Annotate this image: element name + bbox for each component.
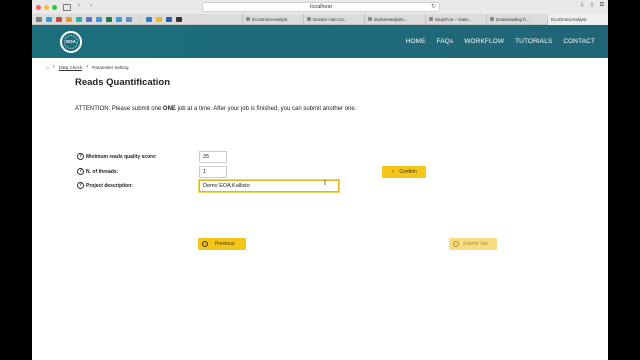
confirm-label: Confirm	[399, 169, 417, 175]
attention-text: job at a time. After your job is finishe…	[175, 106, 357, 112]
close-window-button[interactable]	[36, 4, 41, 10]
browser-tab[interactable]: EcoOmicsAnalyst	[242, 13, 303, 25]
bookmark-icon[interactable]	[156, 16, 162, 22]
page-title: Reads Quantification	[75, 77, 171, 88]
tab-label: EcoOmicsAnalyst	[252, 16, 288, 22]
bookmark-icon[interactable]	[76, 16, 82, 22]
browser-toolbar: ‹ › localhost ↻ ⇩ ⇪ ⧉	[32, 0, 608, 14]
question-circle-icon[interactable]: ?	[77, 153, 84, 160]
bookmark-icon[interactable]	[176, 16, 182, 22]
main-nav: HOME FAQs WORKFLOW TUTORIALS CONTACT	[406, 38, 595, 45]
browser-window: ‹ › localhost ↻ ⇩ ⇪ ⧉ EcoOmicsAnalyst Do…	[32, 0, 608, 360]
bookmark-icon[interactable]	[46, 16, 52, 22]
bookmark-icon[interactable]	[66, 16, 72, 22]
tab-label: Downloading fr...	[496, 16, 530, 22]
confirm-button[interactable]: ✓ Confirm	[382, 166, 426, 178]
project-description-input[interactable]: Demo EOA Kallisto	[199, 180, 339, 192]
question-circle-icon[interactable]: ?	[77, 182, 84, 189]
sidebar-toggle-icon[interactable]	[63, 3, 71, 11]
browser-tab[interactable]: Docker Hub Co...	[303, 13, 364, 25]
bookmark-icon[interactable]	[116, 16, 122, 22]
breadcrumb: ⌂ › Data Check › Parameter Setting	[46, 64, 129, 70]
text-cursor-icon: I	[324, 180, 326, 187]
question-circle-icon[interactable]: ?	[77, 168, 84, 175]
arrow-right-circle-icon: ›	[453, 241, 459, 247]
browser-tab-active[interactable]: EcoOmicsAnalyst	[547, 13, 608, 25]
project-label: Project description:	[86, 182, 133, 189]
arrow-left-circle-icon: ‹	[202, 241, 208, 247]
min-quality-row: ? Minimum reads quality score:	[77, 153, 157, 160]
breadcrumb-data-check[interactable]: Data Check	[59, 65, 83, 70]
browser-tab[interactable]: Seq2Fun – Data...	[425, 13, 486, 25]
threads-input[interactable]: 1	[199, 166, 227, 178]
attention-emphasis: ONE	[162, 106, 176, 112]
tab-label: Docker Hub Co...	[313, 16, 348, 22]
tab-label: dockersealysts...	[374, 16, 408, 22]
back-arrow-icon[interactable]: ‹	[75, 3, 83, 11]
browser-actions: ⇩ ⇪ ⧉	[580, 2, 604, 9]
browser-tab-bar: EcoOmicsAnalyst Docker Hub Co... dockers…	[32, 13, 608, 25]
bookmark-icon[interactable]	[136, 16, 142, 22]
page-favicon-icon	[307, 17, 311, 21]
chevron-right-icon: ›	[86, 64, 89, 70]
home-icon[interactable]: ⌂	[46, 65, 49, 70]
share-icon[interactable]: ⇪	[590, 2, 595, 9]
nav-tutorials[interactable]: TUTORIALS	[515, 38, 552, 45]
min-quality-label: Minimum reads quality score:	[86, 153, 157, 160]
threads-row: ? N. of threads:	[77, 168, 118, 175]
forward-arrow-icon[interactable]: ›	[87, 3, 95, 11]
bookmark-icon[interactable]	[106, 16, 112, 22]
download-icon[interactable]: ⇩	[580, 2, 585, 9]
previous-button[interactable]: ‹ Previous	[198, 238, 246, 250]
nav-home[interactable]: HOME	[406, 38, 426, 45]
site-header: EOA HOME FAQs WORKFLOW TUTORIALS CONTACT	[32, 25, 608, 58]
attention-message: ATTENTION: Please submit one ONE job at …	[75, 106, 356, 112]
bookmark-icon[interactable]	[56, 16, 62, 22]
zoom-window-button[interactable]	[52, 4, 57, 10]
page-favicon-icon	[429, 17, 433, 21]
previous-label: Previous	[215, 241, 235, 247]
bookmark-icon[interactable]	[146, 16, 152, 22]
check-icon: ✓	[391, 169, 396, 175]
page-favicon-icon	[490, 17, 494, 21]
breadcrumb-parameter-setting: Parameter Setting	[92, 64, 129, 70]
minimize-window-button[interactable]	[44, 4, 49, 10]
nav-workflow[interactable]: WORKFLOW	[464, 38, 504, 45]
bookmark-icon[interactable]	[86, 16, 92, 22]
window-controls	[36, 4, 57, 10]
chevron-right-icon: ›	[52, 64, 55, 70]
attention-text: ATTENTION: Please submit one	[75, 106, 163, 112]
nav-faqs[interactable]: FAQs	[437, 38, 454, 45]
submit-label: Submit Job	[463, 241, 489, 247]
address-bar[interactable]: localhost ↻	[202, 2, 440, 12]
page-favicon-icon	[368, 17, 372, 21]
min-quality-input[interactable]: 25	[199, 151, 227, 163]
threads-label: N. of threads:	[86, 168, 119, 175]
site-logo[interactable]: EOA	[60, 30, 82, 53]
submit-job-button[interactable]: › Submit Job	[449, 238, 497, 250]
tab-label: Seq2Fun – Data...	[435, 16, 472, 22]
tab-label: EcoOmicsAnalyst	[551, 16, 587, 22]
nav-contact[interactable]: CONTACT	[563, 38, 595, 45]
browser-tab[interactable]: dockersealysts...	[364, 13, 425, 25]
tabs-overview-icon[interactable]: ⧉	[600, 2, 604, 9]
favorites-bar	[32, 16, 242, 22]
bookmark-icon[interactable]	[166, 16, 172, 22]
bookmark-icon[interactable]	[126, 16, 132, 22]
project-row: ? Project description:	[77, 182, 133, 189]
browser-tab[interactable]: Downloading fr...	[486, 13, 547, 25]
page-favicon-icon	[246, 17, 250, 21]
url-text: localhost	[310, 4, 332, 10]
bookmark-icon[interactable]	[36, 16, 42, 22]
bookmark-icon[interactable]	[96, 16, 102, 22]
reload-icon[interactable]: ↻	[431, 3, 436, 12]
